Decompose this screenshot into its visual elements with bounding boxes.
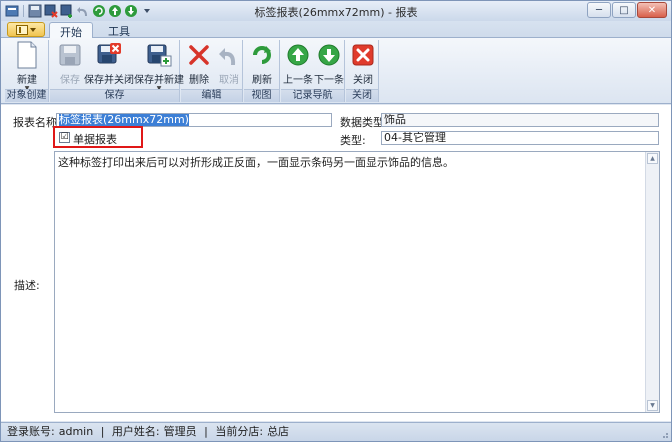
status-bar: 登录账号: admin | 用户姓名: 管理员 | 当前分店: 总店 — [1, 422, 671, 441]
save-new-icon — [147, 44, 172, 67]
group-label-navigation: 记录导航 — [281, 89, 344, 102]
previous-record-label: 上一条 — [283, 75, 313, 86]
app-menu-icon — [16, 24, 28, 35]
report-window: 标签报表(26mmx72mm) - 报表 ─ □ ✕ 开始 工具 新建 ▼ 对象… — [0, 0, 672, 442]
single-report-checkbox[interactable]: ☑ — [59, 132, 70, 143]
close-button-label: 关闭 — [353, 75, 373, 86]
type-label: 类型: — [340, 134, 366, 147]
ribbon-group-view: 刷新 视图 — [244, 40, 280, 102]
next-record-label: 下一条 — [314, 75, 344, 86]
delete-icon — [189, 45, 209, 65]
single-report-label[interactable]: 单据报表 — [73, 131, 117, 147]
login-label: 登录账号: — [7, 425, 55, 438]
refresh-button[interactable]: 刷新 — [246, 40, 278, 86]
maximize-button[interactable]: □ — [612, 2, 636, 18]
delete-button-label: 删除 — [189, 75, 209, 86]
branch-label: 当前分店: — [215, 425, 264, 438]
tab-home[interactable]: 开始 — [49, 22, 93, 39]
group-label-view: 视图 — [244, 89, 279, 102]
ribbon: 新建 ▼ 对象创建 保存 保存并关闭 保存并新建 ▼ 保存 — [1, 38, 671, 104]
undo-icon — [219, 48, 236, 65]
arrow-up-icon — [287, 44, 309, 66]
type-select[interactable]: 04-其它管理 — [381, 131, 659, 145]
description-label: 描述: — [14, 279, 40, 292]
login-value: admin — [58, 425, 94, 438]
description-scrollbar[interactable]: ▲ ▼ — [645, 152, 659, 412]
refresh-icon — [253, 46, 271, 64]
group-label-create: 对象创建 — [5, 89, 48, 102]
ribbon-group-edit: 删除 取消 编辑 — [181, 40, 243, 102]
description-text: 这种标签打印出来后可以对折形成正反面，一面显示条码另一面显示饰品的信息。 — [58, 156, 454, 169]
description-textarea[interactable]: 这种标签打印出来后可以对折形成正反面，一面显示条码另一面显示饰品的信息。 ▲ ▼ — [54, 151, 660, 413]
ribbon-group-navigation: 上一条 下一条 记录导航 — [281, 40, 345, 102]
new-button-label: 新建 — [17, 75, 37, 86]
scroll-up-arrow-icon[interactable]: ▲ — [647, 153, 658, 164]
user-value: 管理员 — [163, 425, 197, 438]
save-close-icon — [97, 43, 121, 64]
branch-value: 总店 — [267, 425, 290, 438]
chevron-down-icon — [30, 27, 36, 32]
close-button[interactable]: 关闭 — [347, 40, 379, 86]
tab-tools[interactable]: 工具 — [97, 22, 141, 38]
user-label: 用户姓名: — [111, 425, 160, 438]
save-close-button-label: 保存并关闭 — [84, 75, 134, 86]
scroll-down-arrow-icon[interactable]: ▼ — [647, 400, 658, 411]
save-close-button[interactable]: 保存并关闭 — [84, 40, 134, 86]
close-icon — [352, 44, 374, 66]
single-report-highlight: ☑ 单据报表 — [53, 126, 143, 148]
report-name-value: 标签报表(26mmx72mm) — [59, 113, 189, 126]
save-button-label: 保存 — [60, 75, 80, 86]
refresh-button-label: 刷新 — [252, 75, 272, 86]
save-button[interactable]: 保存 — [54, 40, 86, 86]
ribbon-group-create: 新建 ▼ 对象创建 — [5, 40, 49, 102]
window-controls: ─ □ ✕ — [587, 2, 667, 18]
arrow-down-icon — [318, 44, 340, 66]
delete-button[interactable]: 删除 — [183, 40, 215, 86]
title-bar: 标签报表(26mmx72mm) - 报表 ─ □ ✕ — [1, 1, 671, 21]
app-menu-button[interactable] — [7, 22, 45, 37]
new-document-icon — [17, 41, 37, 69]
status-separator: | — [100, 425, 105, 438]
save-new-button[interactable]: 保存并新建 ▼ — [134, 40, 184, 92]
group-label-edit: 编辑 — [181, 89, 242, 102]
ribbon-group-close: 关闭 关闭 — [346, 40, 379, 102]
report-name-input[interactable]: 标签报表(26mmx72mm) — [56, 113, 332, 127]
save-new-button-label: 保存并新建 — [134, 75, 184, 86]
data-type-field[interactable]: 饰品 — [381, 113, 659, 127]
ribbon-tab-row: 开始 工具 — [1, 21, 671, 39]
minimize-button[interactable]: ─ — [587, 2, 611, 18]
previous-record-button[interactable]: 上一条 — [282, 40, 314, 86]
undo-button[interactable]: 取消 — [213, 40, 245, 86]
ribbon-group-save: 保存 保存并关闭 保存并新建 ▼ 保存 — [50, 40, 184, 102]
next-record-button[interactable]: 下一条 — [313, 40, 345, 86]
undo-button-label: 取消 — [219, 75, 239, 86]
new-button[interactable]: 新建 ▼ — [11, 40, 43, 92]
close-window-button[interactable]: ✕ — [637, 2, 667, 18]
group-label-save: 保存 — [50, 89, 179, 102]
status-separator: | — [204, 425, 208, 438]
window-title: 标签报表(26mmx72mm) - 报表 — [254, 6, 418, 19]
group-label-close: 关闭 — [346, 89, 378, 102]
save-icon — [59, 44, 81, 66]
form-area: 报表名称: 标签报表(26mmx72mm) 数据类型: 饰品 ☑ 单据报表 类型… — [1, 105, 671, 421]
resize-grip-icon[interactable] — [659, 429, 669, 439]
